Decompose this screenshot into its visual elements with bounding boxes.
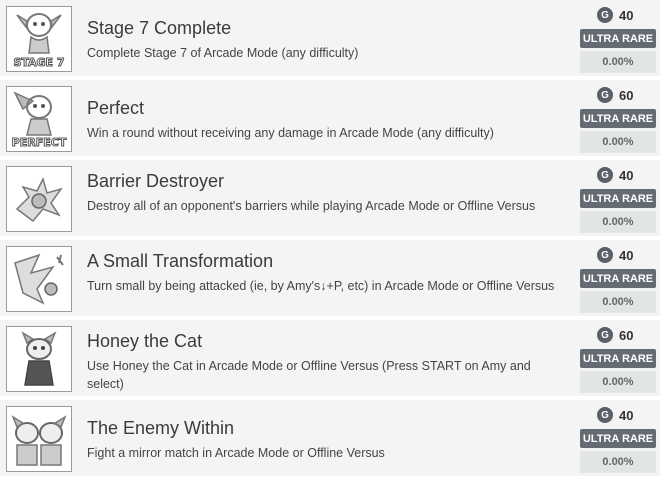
rarity-badge: ULTRA RARE bbox=[580, 189, 656, 208]
gamerscore-icon: G bbox=[597, 247, 613, 263]
thumb-caption: STAGE 7 bbox=[13, 56, 65, 70]
gamerscore-value: 60 bbox=[619, 327, 634, 343]
rarity-badge: ULTRA RARE bbox=[580, 29, 656, 48]
rarity-badge: ULTRA RARE bbox=[580, 429, 656, 448]
unlock-percent: 0.00% bbox=[580, 291, 656, 313]
gamerscore: G 40 bbox=[597, 166, 633, 184]
honey-the-cat-icon bbox=[6, 326, 72, 392]
rarity-badge: ULTRA RARE bbox=[580, 109, 656, 128]
achievement-title: The Enemy Within bbox=[87, 418, 235, 438]
achievement-row[interactable]: Barrier Destroyer Destroy all of an oppo… bbox=[0, 160, 660, 237]
achievement-row[interactable]: Honey the Cat Use Honey the Cat in Arcad… bbox=[0, 320, 660, 397]
stage-7-portrait-icon: STAGE 7 bbox=[6, 6, 72, 72]
achievement-description: Use Honey the Cat in Arcade Mode or Offl… bbox=[87, 359, 531, 391]
achievement-title: Perfect bbox=[87, 98, 145, 118]
achievement-title: A Small Transformation bbox=[87, 251, 274, 271]
gamerscore-icon: G bbox=[597, 87, 613, 103]
achievement-title: Honey the Cat bbox=[87, 331, 203, 351]
achievement-row[interactable]: A Small Transformation Turn small by bei… bbox=[0, 240, 660, 317]
enemy-within-icon bbox=[6, 406, 72, 472]
unlock-percent: 0.00% bbox=[580, 51, 656, 73]
achievement-row[interactable]: STAGE 7 Stage 7 Complete Complete Stage … bbox=[0, 0, 660, 77]
thumb-caption: PERFECT bbox=[11, 136, 67, 150]
gamerscore-icon: G bbox=[597, 167, 613, 183]
gamerscore-value: 40 bbox=[619, 407, 634, 423]
gamerscore: G 40 bbox=[597, 246, 633, 264]
gamerscore-value: 40 bbox=[619, 7, 634, 23]
gamerscore: G 60 bbox=[597, 326, 633, 344]
gamerscore-value: 40 bbox=[619, 167, 634, 183]
achievement-row[interactable]: The Enemy Within Fight a mirror match in… bbox=[0, 400, 660, 477]
gamerscore-icon: G bbox=[597, 407, 613, 423]
gamerscore: G 60 bbox=[597, 86, 633, 104]
achievement-title: Barrier Destroyer bbox=[87, 171, 225, 191]
gamerscore: G 40 bbox=[597, 406, 633, 424]
achievement-description: Fight a mirror match in Arcade Mode or O… bbox=[87, 446, 385, 460]
rarity-badge: ULTRA RARE bbox=[580, 269, 656, 288]
achievement-description: Turn small by being attacked (ie, by Amy… bbox=[87, 279, 555, 293]
achievement-description: Destroy all of an opponent's barriers wh… bbox=[87, 199, 536, 213]
achievement-row[interactable]: PERFECT Perfect Win a round without rece… bbox=[0, 80, 660, 157]
gamerscore-value: 40 bbox=[619, 247, 634, 263]
rarity-badge: ULTRA RARE bbox=[580, 349, 656, 368]
barrier-destroyer-icon bbox=[6, 166, 72, 232]
unlock-percent: 0.00% bbox=[580, 451, 656, 473]
unlock-percent: 0.00% bbox=[580, 371, 656, 393]
unlock-percent: 0.00% bbox=[580, 131, 656, 153]
gamerscore-icon: G bbox=[597, 7, 613, 23]
gamerscore-icon: G bbox=[597, 327, 613, 343]
achievement-description: Complete Stage 7 of Arcade Mode (any dif… bbox=[87, 46, 359, 60]
unlock-percent: 0.00% bbox=[580, 211, 656, 233]
gamerscore-value: 60 bbox=[619, 87, 634, 103]
achievement-title: Stage 7 Complete bbox=[87, 18, 232, 38]
achievement-description: Win a round without receiving any damage… bbox=[87, 126, 494, 140]
perfect-portrait-icon: PERFECT bbox=[6, 86, 72, 152]
achievement-list: STAGE 7 Stage 7 Complete Complete Stage … bbox=[0, 0, 665, 480]
small-transformation-icon bbox=[6, 246, 72, 312]
gamerscore: G 40 bbox=[597, 6, 633, 24]
